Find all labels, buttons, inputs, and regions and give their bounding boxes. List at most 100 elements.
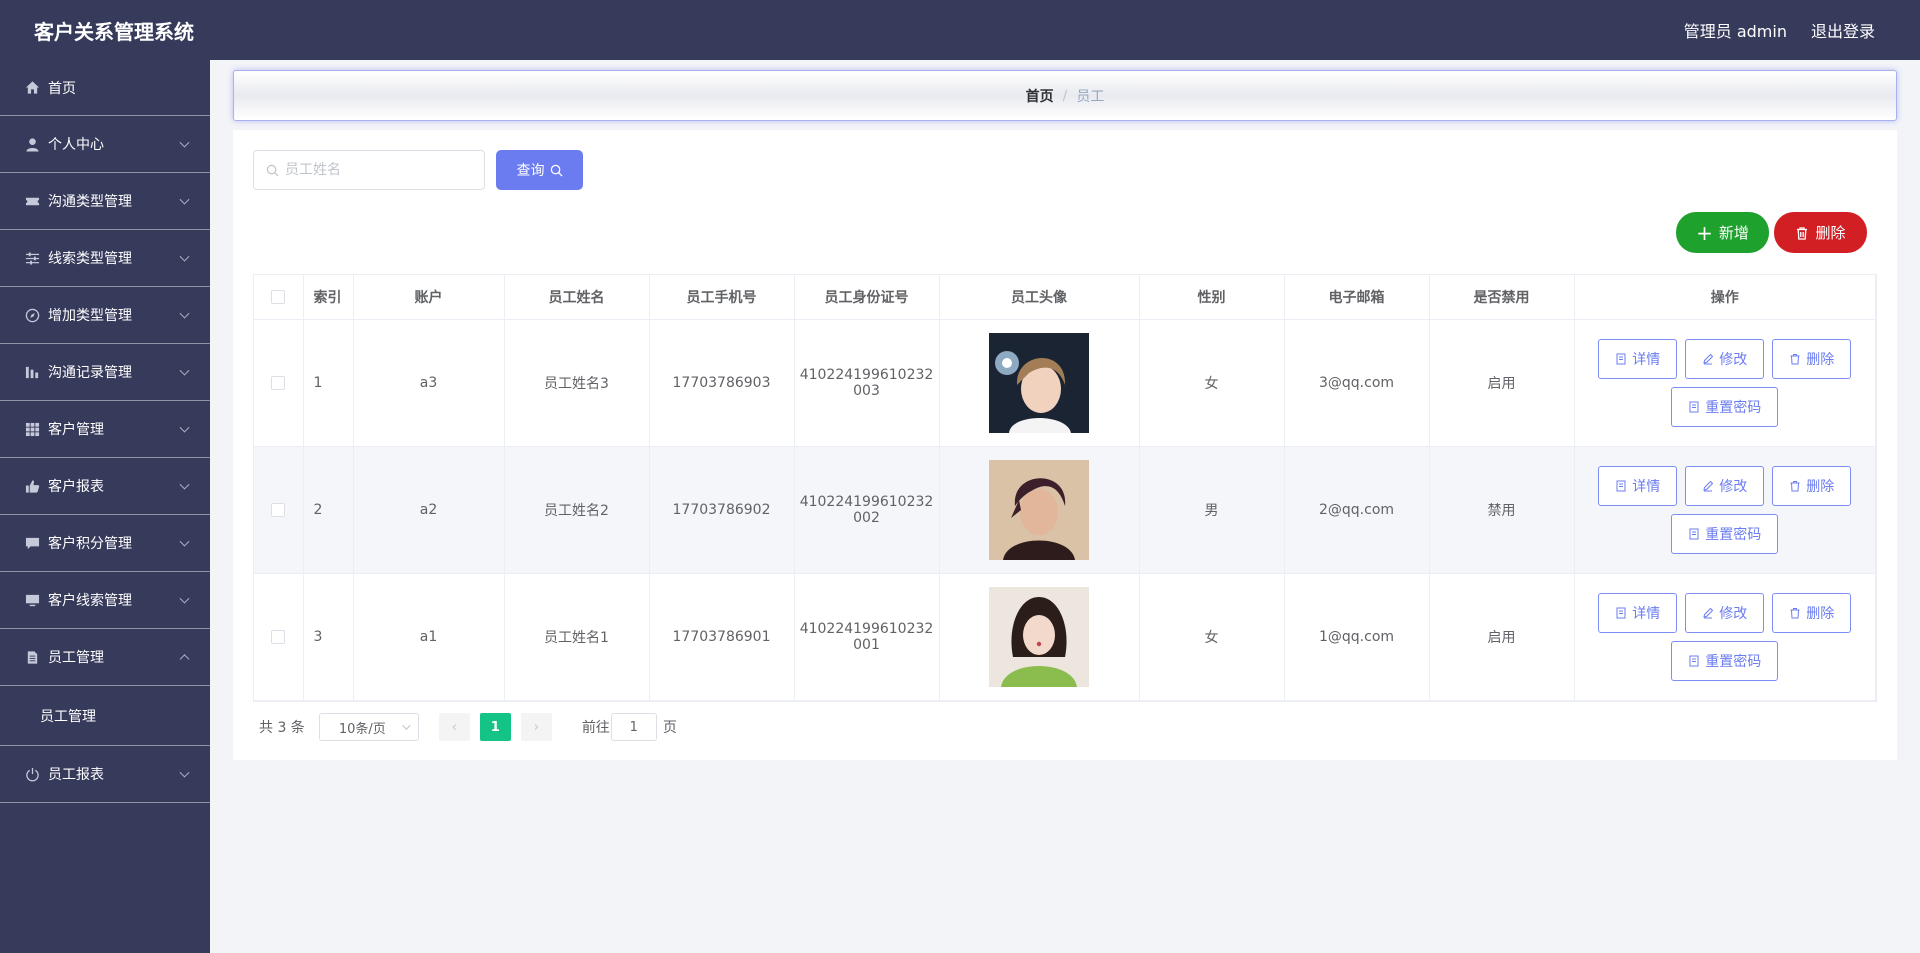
document-icon <box>1689 528 1699 539</box>
detail-label: 详情 <box>1632 478 1661 495</box>
detail-label: 详情 <box>1632 351 1661 368</box>
name-cell: 员工姓名3 <box>504 319 650 447</box>
search-icon <box>266 164 279 176</box>
reset-password-button[interactable]: 重置密码 <box>1671 513 1779 554</box>
sidebar-item-lead-type[interactable]: 线索类型管理 <box>0 230 210 287</box>
chevron-down-icon <box>179 251 190 262</box>
detail-button[interactable]: 详情 <box>1598 465 1678 506</box>
chevron-down-icon <box>179 365 190 376</box>
employee-list-panel: 查询 + 新增 删除 索引 账户 员工姓名 员工手机号 员工身份证号 员工头像 <box>233 130 1897 760</box>
header-user-area: 管理员 admin 退出登录 <box>1660 18 1875 42</box>
breadcrumb-current: 员工 <box>1076 88 1105 105</box>
bar-chart-icon <box>24 364 40 380</box>
status-cell: 启用 <box>1429 319 1575 447</box>
search-icon <box>550 164 563 177</box>
edit-button[interactable]: 修改 <box>1685 592 1765 633</box>
delete-label: 删除 <box>1806 351 1835 368</box>
page-suffix: 页 <box>662 720 677 736</box>
id-card-line: 410224199610232 <box>799 366 934 383</box>
avatar-cell <box>939 573 1140 701</box>
email-cell: 1@qq.com <box>1284 573 1430 701</box>
chevron-down-icon <box>401 721 411 730</box>
prev-page-button[interactable]: ‹ <box>438 713 470 741</box>
delete-button[interactable]: 删除 <box>1772 465 1852 506</box>
edit-label: 修改 <box>1719 351 1748 368</box>
trash-icon <box>1790 353 1800 364</box>
sidebar-item-label: 增加类型管理 <box>48 308 132 324</box>
status-cell: 启用 <box>1429 573 1575 701</box>
power-icon <box>24 766 40 782</box>
delete-button[interactable]: 删除 <box>1772 592 1852 633</box>
sidebar-item-employee-management[interactable]: 员工管理 <box>0 629 210 686</box>
edit-icon <box>1703 353 1714 364</box>
row-checkbox[interactable] <box>271 375 286 390</box>
sidebar-item-label: 个人中心 <box>48 137 104 153</box>
sidebar-subitem-employee-management[interactable]: 员工管理 <box>0 686 210 746</box>
employee-avatar-image[interactable] <box>989 586 1089 687</box>
id-card-cell: 410224199610232 002 <box>794 446 940 574</box>
status-cell: 禁用 <box>1429 446 1575 574</box>
employee-avatar-image[interactable] <box>989 332 1089 433</box>
sidebar-item-communication-records[interactable]: 沟通记录管理 <box>0 344 210 401</box>
trash-icon <box>1790 607 1800 618</box>
reset-password-button[interactable]: 重置密码 <box>1671 386 1779 427</box>
message-icon <box>24 535 40 551</box>
sidebar-item-label: 客户线索管理 <box>48 593 132 609</box>
column-header: 索引 <box>303 275 354 320</box>
sidebar-item-customer-report[interactable]: 客户报表 <box>0 458 210 515</box>
sidebar-item-home[interactable]: 首页 <box>0 60 210 116</box>
actions-cell: 详情 修改 删除 重置密码 <box>1574 319 1876 447</box>
sidebar-item-customer-points[interactable]: 客户积分管理 <box>0 515 210 572</box>
document-icon <box>1616 353 1626 364</box>
sidebar-menu: 首页 个人中心 沟通类型管理 线索类型管理 增加类型管理 沟通记录管理 客户管理… <box>0 60 210 953</box>
goto-page-input[interactable] <box>610 713 657 741</box>
reset-password-label: 重置密码 <box>1705 653 1762 670</box>
sidebar-item-customer-management[interactable]: 客户管理 <box>0 401 210 458</box>
account-cell: a1 <box>353 573 505 701</box>
sidebar-item-add-type[interactable]: 增加类型管理 <box>0 287 210 344</box>
sidebar-item-label: 客户报表 <box>48 479 104 495</box>
select-all-checkbox[interactable] <box>271 289 286 304</box>
plus-icon: + <box>1696 220 1713 245</box>
page-number-button[interactable]: 1 <box>479 713 511 741</box>
employee-avatar-image[interactable] <box>989 459 1089 560</box>
current-user-label: 管理员 admin <box>1683 22 1787 41</box>
row-checkbox[interactable] <box>271 502 286 517</box>
goto-label: 前往 <box>581 720 610 736</box>
chevron-down-icon <box>179 767 190 778</box>
name-cell: 员工姓名2 <box>504 446 650 574</box>
sidebar-item-communication-type[interactable]: 沟通类型管理 <box>0 173 210 230</box>
query-button[interactable]: 查询 <box>496 150 583 190</box>
add-employee-button[interactable]: + 新增 <box>1676 212 1769 253</box>
search-field[interactable] <box>253 150 485 190</box>
id-card-cell: 410224199610232 001 <box>794 573 940 701</box>
edit-button[interactable]: 修改 <box>1685 465 1765 506</box>
app-title: 客户关系管理系统 <box>34 19 194 44</box>
gender-cell: 女 <box>1139 319 1285 447</box>
phone-cell: 17703786902 <box>649 446 795 574</box>
sidebar-item-personal-center[interactable]: 个人中心 <box>0 116 210 173</box>
phone-cell: 17703786901 <box>649 573 795 701</box>
edit-button[interactable]: 修改 <box>1685 338 1765 379</box>
column-header: 电子邮箱 <box>1284 275 1430 320</box>
gender-cell: 男 <box>1139 446 1285 574</box>
actions-cell: 详情 修改 删除 重置密码 <box>1574 573 1876 701</box>
row-checkbox[interactable] <box>271 629 286 644</box>
page-size-select[interactable]: 10条/页 <box>318 713 419 741</box>
detail-button[interactable]: 详情 <box>1598 592 1678 633</box>
select-all-cell <box>254 275 304 320</box>
breadcrumb-home-link[interactable]: 首页 <box>1026 86 1054 106</box>
employee-name-search-input[interactable] <box>285 162 465 178</box>
reset-password-button[interactable]: 重置密码 <box>1671 640 1779 681</box>
detail-button[interactable]: 详情 <box>1598 338 1678 379</box>
batch-delete-button[interactable]: 删除 <box>1774 212 1867 253</box>
logout-link[interactable]: 退出登录 <box>1811 18 1875 42</box>
sidebar-item-employee-report[interactable]: 员工报表 <box>0 746 210 803</box>
sidebar-item-customer-leads[interactable]: 客户线索管理 <box>0 572 210 629</box>
sidebar-item-label: 客户积分管理 <box>48 536 132 552</box>
breadcrumb-separator: / <box>1062 87 1068 104</box>
row-actions: 详情 修改 删除 重置密码 <box>1590 465 1860 554</box>
next-page-button[interactable]: › <box>520 713 552 741</box>
row-actions: 详情 修改 删除 重置密码 <box>1590 592 1860 681</box>
delete-button[interactable]: 删除 <box>1772 338 1852 379</box>
